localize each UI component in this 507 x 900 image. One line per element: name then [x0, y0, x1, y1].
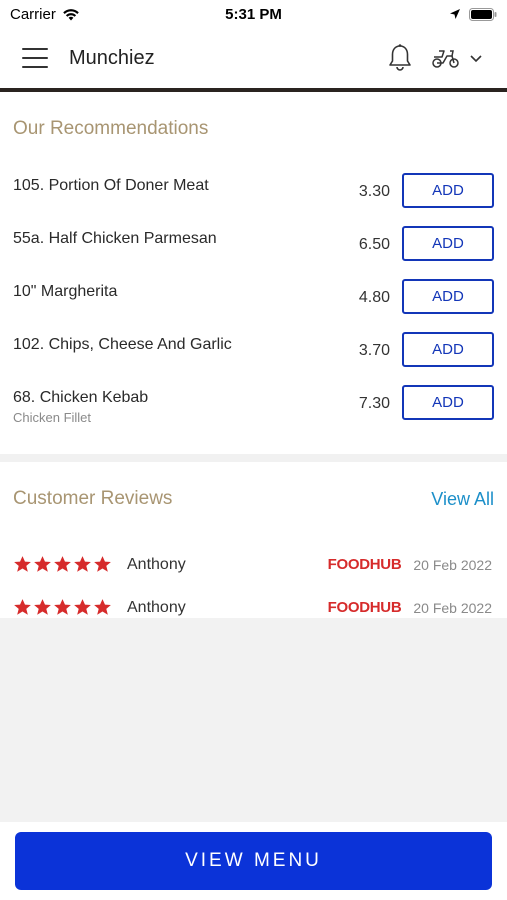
- item-name: 105. Portion Of Doner Meat: [13, 177, 209, 194]
- star-icon: [74, 556, 91, 572]
- scooter-icon: [432, 50, 459, 68]
- status-bar: Carrier 5:31 PM: [0, 0, 507, 28]
- menu-icon[interactable]: [22, 48, 48, 68]
- reviewer-name: Anthony: [127, 555, 186, 573]
- view-menu-button[interactable]: VIEW MENU: [15, 832, 492, 890]
- item-price: 7.30: [358, 395, 390, 412]
- bottom-bar: VIEW MENU: [0, 822, 507, 900]
- section-divider: [0, 454, 507, 462]
- star-icon: [14, 556, 31, 572]
- status-time: 5:31 PM: [225, 5, 282, 23]
- star-icon: [94, 556, 111, 572]
- star-icon: [34, 599, 51, 615]
- review-source-logo: FOODHUB: [327, 556, 402, 573]
- recommendation-item: 105. Portion Of Doner Meat 3.30 ADD: [13, 173, 494, 226]
- item-info: 68. Chicken Kebab Chicken Fillet: [13, 385, 330, 425]
- reviewer-name: Anthony: [127, 598, 186, 616]
- item-name: 10" Margherita: [13, 283, 118, 300]
- rating-stars: [13, 598, 126, 617]
- add-button[interactable]: ADD: [402, 173, 494, 208]
- item-description: Chicken Fillet: [13, 410, 92, 425]
- status-left: Carrier: [10, 6, 170, 23]
- item-name: 68. Chicken Kebab: [13, 389, 149, 406]
- star-icon: [34, 556, 51, 572]
- item-info: 105. Portion Of Doner Meat: [13, 173, 330, 195]
- item-info: 102. Chips, Cheese And Garlic: [13, 332, 330, 354]
- reviews-section: Customer Reviews View All Anthony FOODHU…: [0, 462, 507, 624]
- chevron-down-icon: [470, 55, 482, 63]
- view-all-link[interactable]: View All: [431, 489, 494, 510]
- battery-icon: [468, 7, 497, 21]
- bell-icon[interactable]: [387, 43, 413, 73]
- delivery-mode-selector[interactable]: [431, 47, 485, 69]
- star-icon: [74, 599, 91, 615]
- item-info: 10" Margherita: [13, 279, 330, 301]
- item-name: 55a. Half Chicken Parmesan: [13, 230, 217, 247]
- app-header: Munchiez: [0, 28, 507, 92]
- review-source-logo: FOODHUB: [327, 599, 402, 616]
- review-date: 20 Feb 2022: [413, 556, 492, 573]
- reviews-header: Customer Reviews View All: [13, 488, 494, 510]
- star-icon: [54, 599, 71, 615]
- header-actions: [387, 43, 485, 73]
- review-row: Anthony FOODHUB 20 Feb 2022: [13, 543, 494, 586]
- restaurant-title: Munchiez: [69, 46, 155, 69]
- add-button[interactable]: ADD: [402, 332, 494, 367]
- rating-stars: [13, 555, 126, 574]
- add-button[interactable]: ADD: [402, 385, 494, 420]
- recommendation-list: 105. Portion Of Doner Meat 3.30 ADD 55a.…: [13, 173, 494, 438]
- item-price: 3.70: [358, 342, 390, 359]
- item-price: 4.80: [358, 289, 390, 306]
- reviews-title: Customer Reviews: [13, 488, 173, 509]
- review-list: Anthony FOODHUB 20 Feb 2022 Anthony FOOD…: [13, 543, 494, 629]
- recommendations-section: Our Recommendations 105. Portion Of Done…: [0, 92, 507, 438]
- add-button[interactable]: ADD: [402, 226, 494, 261]
- recommendation-item: 55a. Half Chicken Parmesan 6.50 ADD: [13, 226, 494, 279]
- location-arrow-icon: [449, 9, 460, 19]
- recommendation-item: 102. Chips, Cheese And Garlic 3.70 ADD: [13, 332, 494, 385]
- wifi-icon: [63, 8, 79, 20]
- star-icon: [94, 599, 111, 615]
- recommendation-item: 68. Chicken Kebab Chicken Fillet 7.30 AD…: [13, 385, 494, 438]
- item-name: 102. Chips, Cheese And Garlic: [13, 336, 232, 353]
- recommendations-title: Our Recommendations: [13, 118, 209, 139]
- star-icon: [14, 599, 31, 615]
- item-price: 6.50: [358, 236, 390, 253]
- item-info: 55a. Half Chicken Parmesan: [13, 226, 330, 248]
- carrier-label: Carrier: [10, 5, 56, 23]
- add-button[interactable]: ADD: [402, 279, 494, 314]
- star-icon: [54, 556, 71, 572]
- item-price: 3.30: [358, 183, 390, 200]
- review-date: 20 Feb 2022: [413, 599, 492, 616]
- status-right: [337, 7, 497, 21]
- recommendation-item: 10" Margherita 4.80 ADD: [13, 279, 494, 332]
